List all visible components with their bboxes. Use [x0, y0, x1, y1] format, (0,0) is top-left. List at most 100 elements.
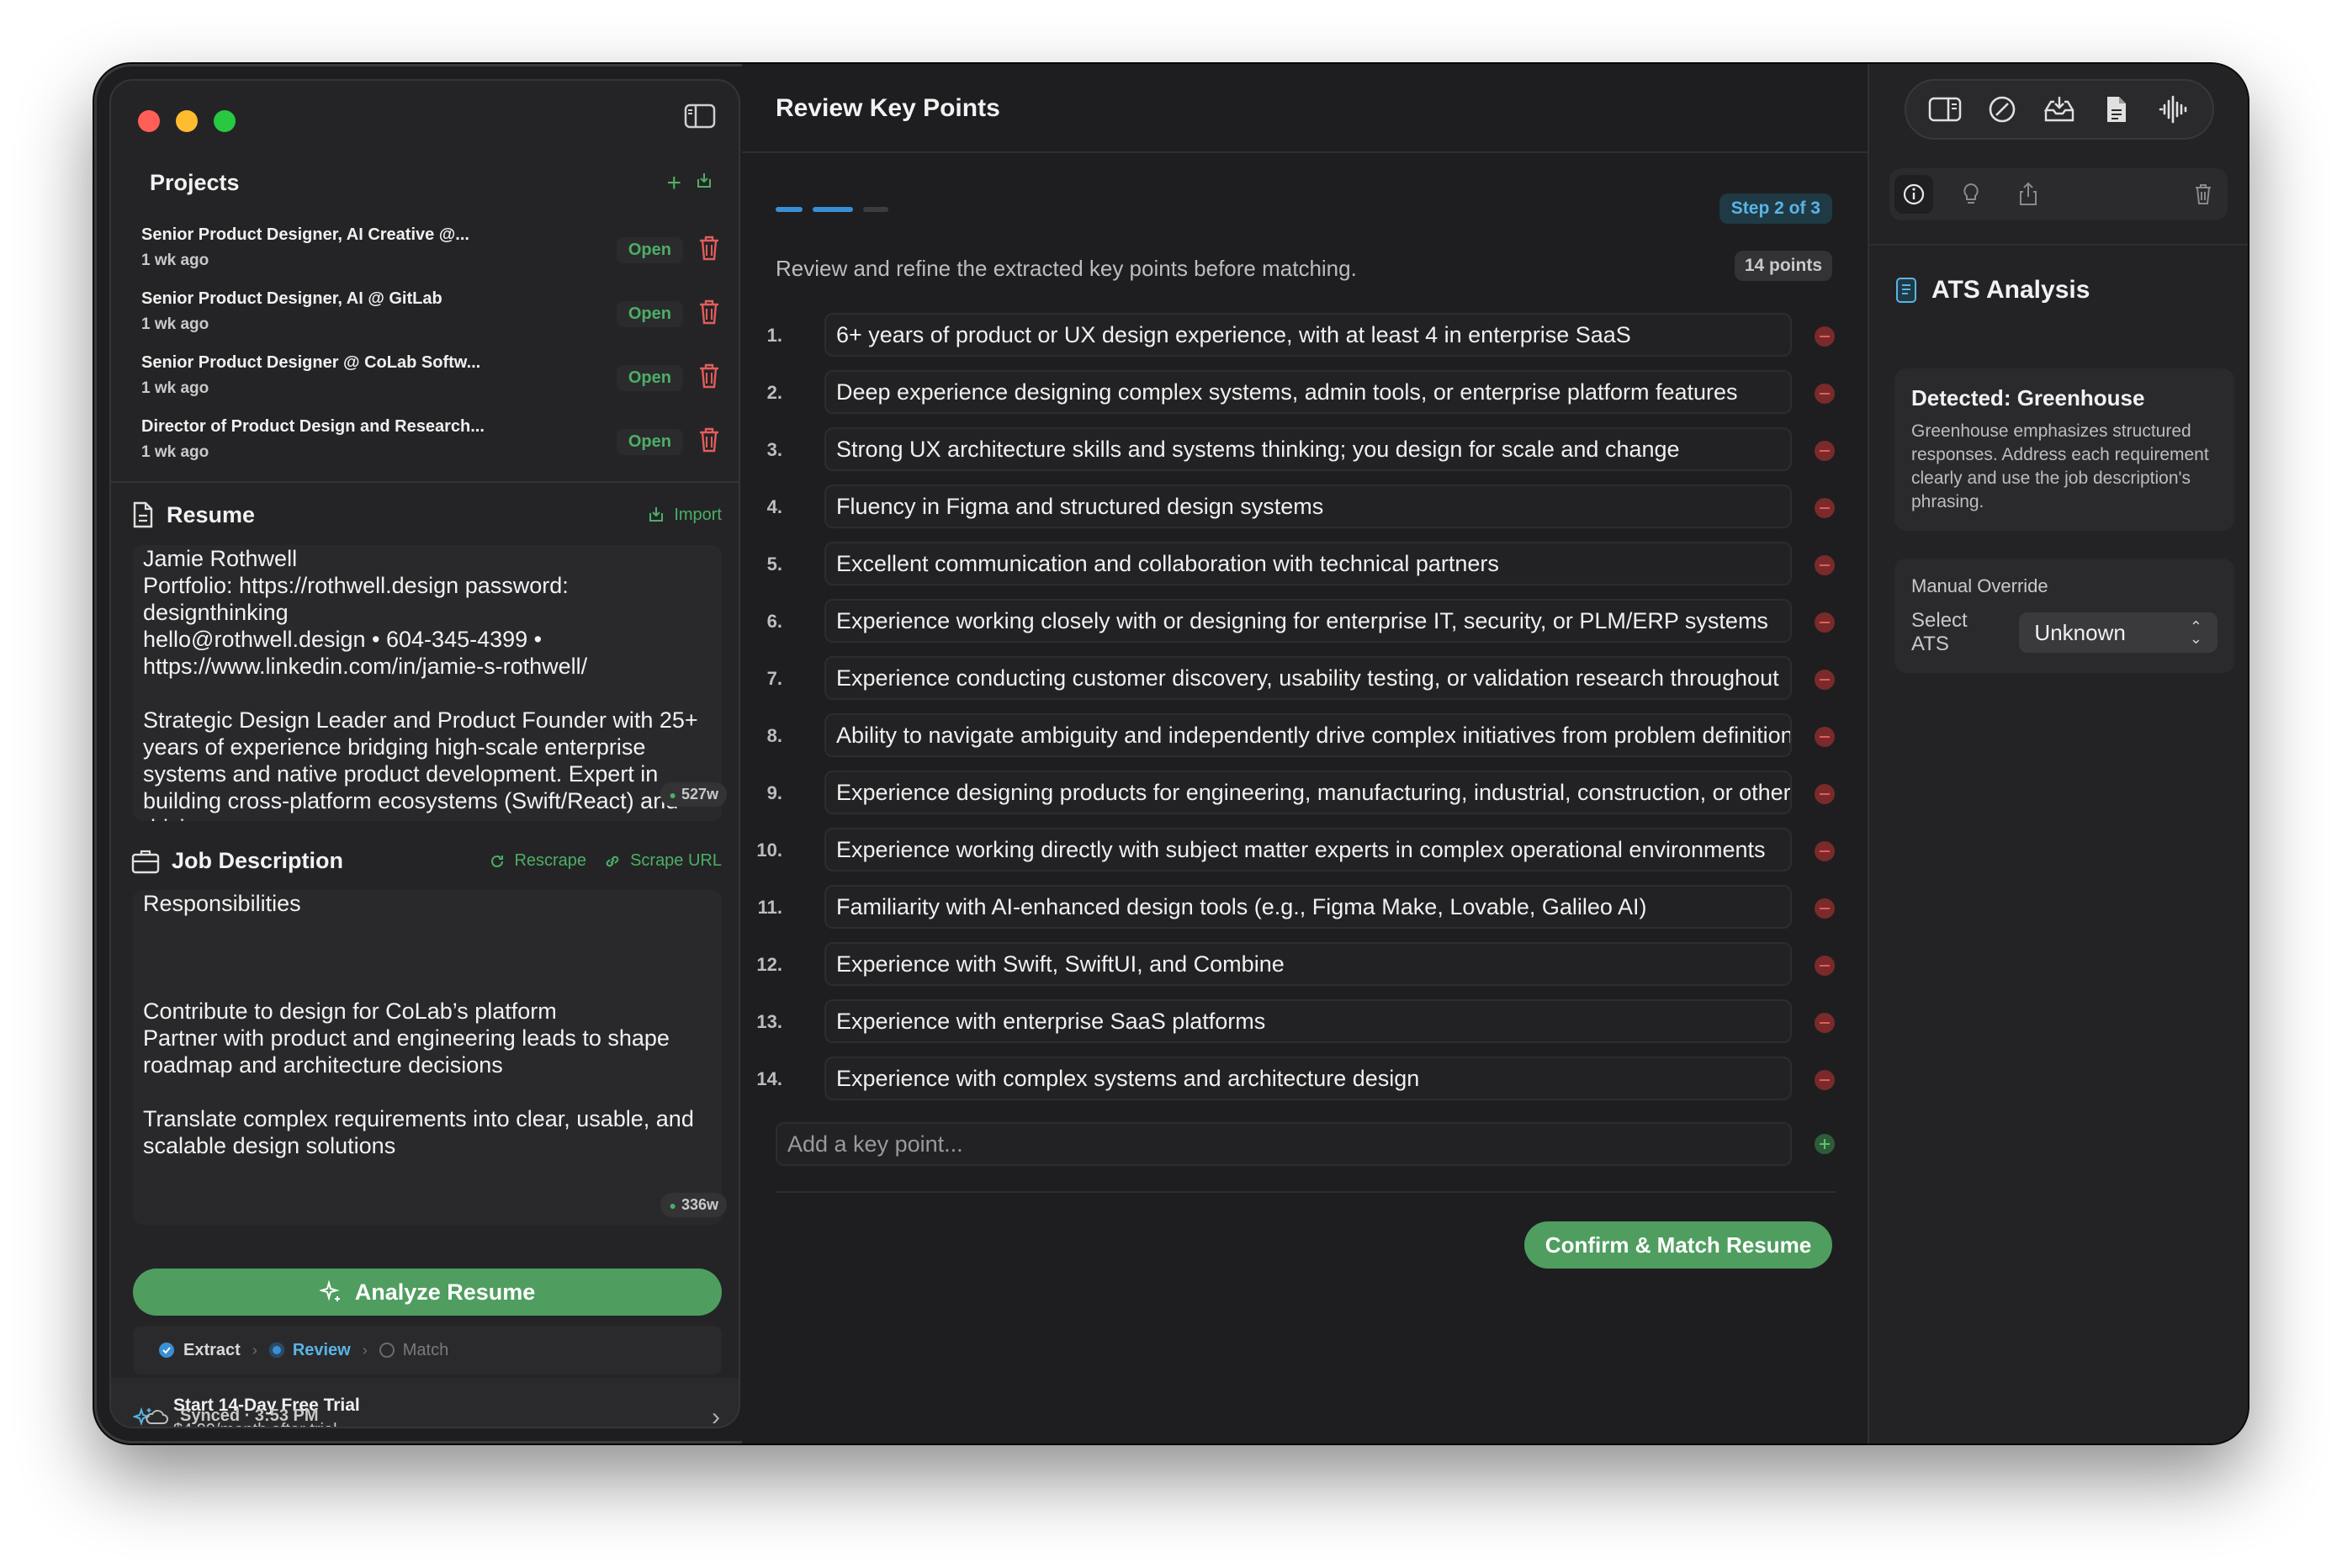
analyze-resume-button[interactable]: Analyze Resume	[133, 1269, 722, 1316]
document-icon	[1896, 278, 1916, 303]
remove-key-point-button[interactable]	[1815, 441, 1835, 461]
key-point-row: 3. Strong UX architecture skills and syst…	[742, 427, 1868, 474]
remove-key-point-button[interactable]	[1815, 727, 1835, 747]
remove-key-point-button[interactable]	[1815, 612, 1835, 633]
open-project-button[interactable]: Open	[616, 301, 683, 327]
progress-dash-1	[776, 207, 803, 212]
key-point-input[interactable]: Ability to navigate ambiguity and indepe…	[824, 713, 1792, 757]
remove-key-point-button[interactable]	[1815, 898, 1835, 919]
download-button[interactable]	[2038, 88, 2080, 130]
key-point-input[interactable]: Experience conducting customer discovery…	[824, 656, 1792, 700]
key-point-input[interactable]: Excellent communication and collaboratio…	[824, 542, 1792, 585]
key-point-input[interactable]: Experience designing products for engine…	[824, 771, 1792, 814]
delete-project-button[interactable]	[697, 362, 722, 390]
voice-button[interactable]	[2153, 88, 2195, 130]
key-point-input[interactable]: Experience working directly with subject…	[824, 828, 1792, 871]
inbox-download-icon	[2043, 97, 2074, 122]
project-item[interactable]: Senior Product Designer, AI @ GitLab 1 w…	[111, 278, 739, 342]
key-point-input[interactable]: Experience with complex systems and arch…	[824, 1057, 1792, 1100]
job-description-title: Job Description	[172, 848, 344, 873]
resume-textarea[interactable]: Jamie Rothwell Portfolio: https://rothwe…	[133, 545, 722, 821]
sidebar-toggle-icon	[684, 103, 716, 129]
app-window: Projects + Senior Product Designer, AI C…	[94, 64, 2248, 1444]
rescrape-button[interactable]: Rescrape	[489, 851, 586, 871]
clear-button[interactable]	[1981, 88, 2023, 130]
project-item[interactable]: Senior Product Designer @ CoLab Softw...…	[111, 342, 739, 405]
job-description-textarea[interactable]: Responsibilities Contribute to design fo…	[133, 890, 722, 1225]
toolbar	[1905, 79, 2214, 140]
ats-analysis-header: ATS Analysis	[1894, 276, 2090, 305]
key-point-row: 9. Experience designing products for engi…	[742, 771, 1868, 818]
sidebar-toggle-button[interactable]	[680, 96, 720, 136]
delete-analysis-button[interactable]	[2184, 175, 2223, 214]
tab-info[interactable]	[1894, 175, 1933, 214]
select-ats-label: Select ATS	[1911, 609, 1968, 655]
key-point-input[interactable]: Deep experience designing complex system…	[824, 370, 1792, 414]
remove-key-point-button[interactable]	[1815, 555, 1835, 575]
project-item[interactable]: Director of Product Design and Research.…	[111, 405, 739, 469]
key-point-input[interactable]: Experience working closely with or desig…	[824, 599, 1792, 643]
confirm-match-button[interactable]: Confirm & Match Resume	[1524, 1221, 1832, 1269]
key-point-input[interactable]: Strong UX architecture skills and system…	[824, 427, 1792, 471]
step-badge: Step 2 of 3	[1719, 193, 1832, 224]
key-point-row: 10. Experience working directly with subj…	[742, 828, 1868, 875]
delete-project-button[interactable]	[697, 426, 722, 454]
inspector-panel: ATS Analysis Detected: Greenhouse Greenh…	[1868, 64, 2248, 1444]
project-list: Senior Product Designer, AI Creative @..…	[111, 214, 739, 469]
zoom-window-button[interactable]	[214, 110, 236, 132]
minimize-window-button[interactable]	[176, 110, 198, 132]
remove-key-point-button[interactable]	[1815, 784, 1835, 804]
export-document-button[interactable]	[2096, 88, 2138, 130]
manual-override-label: Manual Override	[1911, 575, 2048, 596]
inspector-tabs	[1889, 168, 2228, 220]
import-resume-button[interactable]: Import	[647, 506, 722, 525]
toggle-inspector-button[interactable]	[1924, 88, 1966, 130]
resume-text: Jamie Rothwell Portfolio: https://rothwe…	[143, 546, 698, 821]
import-project-button[interactable]	[695, 172, 713, 194]
scrape-url-button[interactable]: Scrape URL	[603, 851, 722, 871]
add-key-point-input[interactable]	[776, 1122, 1792, 1166]
add-key-point-button[interactable]	[1815, 1134, 1835, 1154]
add-project-button[interactable]: +	[666, 170, 681, 196]
key-point-input[interactable]: Experience with enterprise SaaS platform…	[824, 999, 1792, 1043]
remove-key-point-button[interactable]	[1815, 841, 1835, 861]
delete-project-button[interactable]	[697, 298, 722, 326]
remove-key-point-button[interactable]	[1815, 956, 1835, 976]
cloud-icon	[146, 1409, 168, 1424]
remove-key-point-button[interactable]	[1815, 1070, 1835, 1090]
key-point-input[interactable]: Fluency in Figma and structured design s…	[824, 485, 1792, 528]
open-project-button[interactable]: Open	[616, 237, 683, 263]
key-point-input[interactable]: Experience with Swift, SwiftUI, and Comb…	[824, 942, 1792, 986]
open-project-button[interactable]: Open	[616, 429, 683, 455]
delete-project-button[interactable]	[697, 234, 722, 262]
project-title: Senior Product Designer, AI Creative @..…	[141, 225, 469, 244]
import-icon	[697, 173, 711, 188]
tab-share[interactable]	[2009, 175, 2048, 214]
remove-key-point-button[interactable]	[1815, 384, 1835, 404]
tab-tips[interactable]	[1952, 175, 1990, 214]
ats-select[interactable]: Unknown ⌃ ⌄	[2019, 612, 2217, 653]
sync-status-text: Synced · 3:53 PM	[180, 1406, 319, 1425]
remove-key-point-button[interactable]	[1815, 326, 1835, 347]
info-icon	[1903, 183, 1925, 205]
remove-key-point-button[interactable]	[1815, 498, 1835, 518]
updown-chevron-icon: ⌃ ⌄	[2189, 618, 2202, 647]
link-icon	[606, 856, 619, 866]
share-icon	[2020, 182, 2037, 205]
trash-icon	[700, 299, 718, 325]
file-icon	[2107, 97, 2126, 122]
key-point-input[interactable]: 6+ years of product or UX design experie…	[824, 313, 1792, 357]
open-project-button[interactable]: Open	[616, 365, 683, 391]
key-point-row: 1. 6+ years of product or UX design exper…	[742, 313, 1868, 360]
resume-word-count: ● 527w	[660, 782, 727, 807]
key-point-input[interactable]: Familiarity with AI-enhanced design tool…	[824, 885, 1792, 929]
pending-step-icon	[379, 1343, 395, 1358]
close-window-button[interactable]	[138, 110, 160, 132]
remove-key-point-button[interactable]	[1815, 670, 1835, 690]
check-circle-icon	[159, 1343, 174, 1358]
projects-title: Projects	[150, 170, 240, 195]
project-item[interactable]: Senior Product Designer, AI Creative @..…	[111, 214, 739, 278]
detected-ats-title: Detected: Greenhouse	[1911, 385, 2145, 411]
job-description-actions: Rescrape Scrape URL	[489, 851, 722, 871]
remove-key-point-button[interactable]	[1815, 1013, 1835, 1033]
